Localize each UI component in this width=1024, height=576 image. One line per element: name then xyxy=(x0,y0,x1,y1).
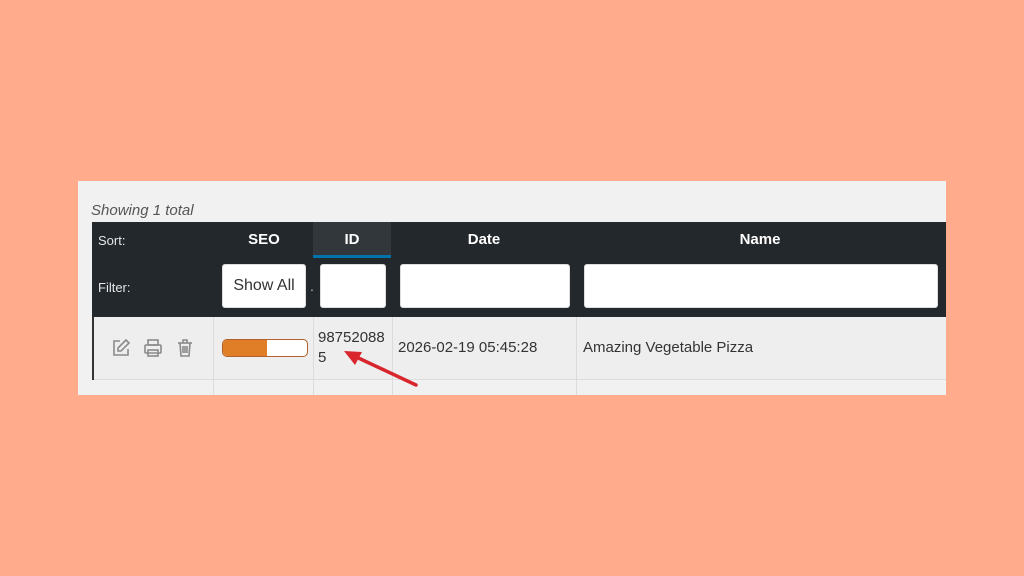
showing-count: Showing 1 total xyxy=(91,202,194,219)
orders-table-panel: Showing 1 total Sort: Filter: SEO ID Dat… xyxy=(78,181,946,395)
seo-filter-select[interactable]: Show All xyxy=(222,264,306,308)
column-divider xyxy=(576,380,577,395)
name-filter-input[interactable] xyxy=(584,264,938,308)
trash-icon[interactable] xyxy=(174,337,196,359)
filter-label: Filter: xyxy=(98,280,131,295)
date-filter-input[interactable] xyxy=(400,264,570,308)
print-icon[interactable] xyxy=(142,337,164,359)
seo-score-fill xyxy=(223,340,267,356)
column-divider xyxy=(213,317,214,379)
separator-dot: . xyxy=(310,278,314,294)
seo-score-bar xyxy=(222,339,308,357)
column-header-id[interactable]: ID xyxy=(313,222,391,258)
column-header-seo[interactable]: SEO xyxy=(222,222,306,258)
column-header-date[interactable]: Date xyxy=(398,222,570,258)
table-header: Sort: Filter: SEO ID Date Name Show All … xyxy=(92,222,946,317)
annotation-arrow-icon xyxy=(344,351,418,387)
row-actions xyxy=(110,337,196,359)
row-name[interactable]: Amazing Vegetable Pizza xyxy=(583,339,753,356)
table-row[interactable]: 987520885 2026-02-19 05:45:28 Amazing Ve… xyxy=(92,317,946,380)
table-row-next xyxy=(92,380,946,395)
column-header-name[interactable]: Name xyxy=(582,222,938,258)
column-divider xyxy=(313,317,314,379)
id-filter-input[interactable] xyxy=(320,264,386,308)
column-divider xyxy=(213,380,214,395)
column-divider xyxy=(313,380,314,395)
column-divider xyxy=(576,317,577,379)
sort-label: Sort: xyxy=(98,233,126,248)
edit-icon[interactable] xyxy=(110,337,132,359)
